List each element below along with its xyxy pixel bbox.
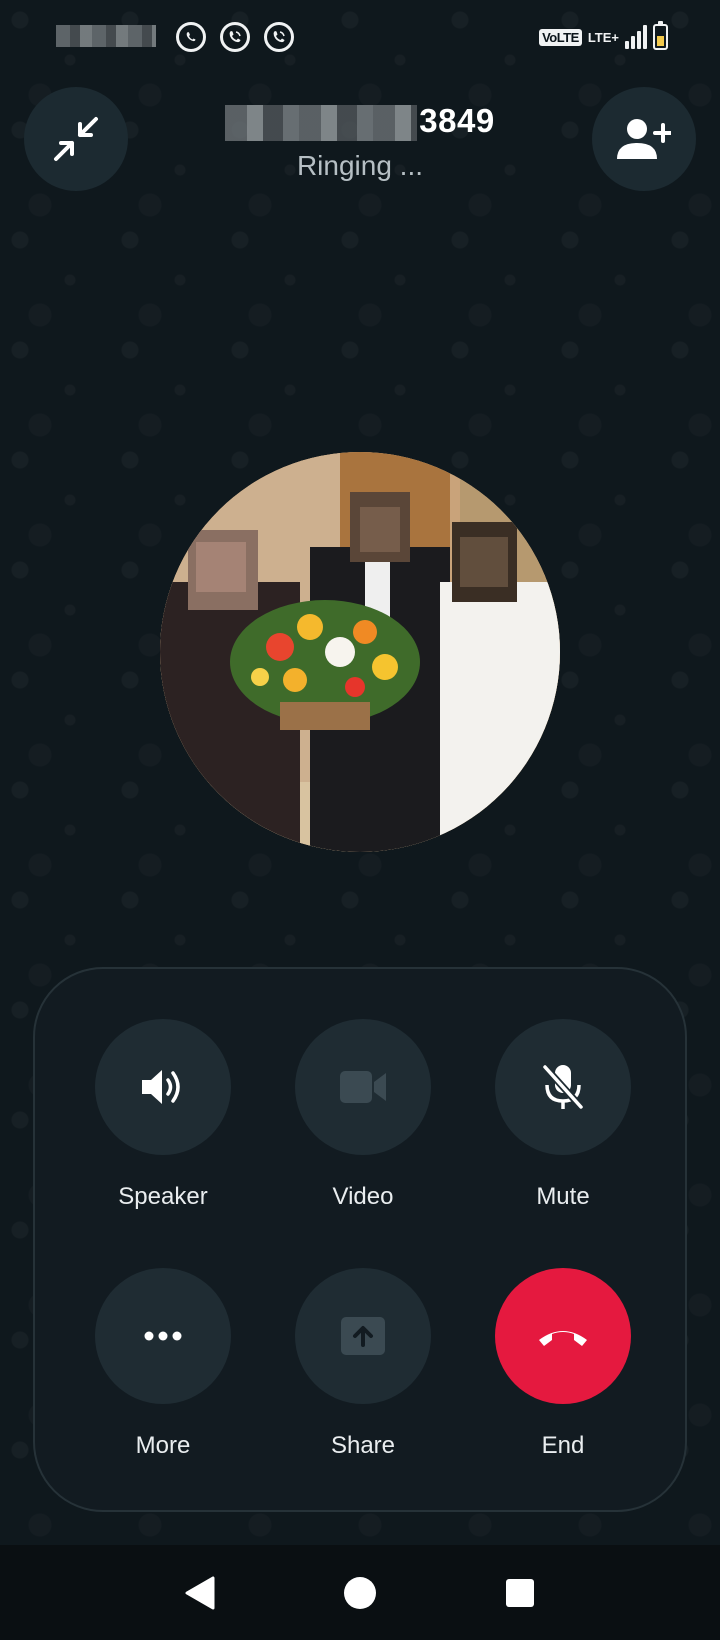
speaker-icon — [142, 1070, 180, 1104]
video-camera-icon — [340, 1071, 386, 1103]
home-circle-icon — [344, 1576, 376, 1609]
end-control: End — [488, 1268, 638, 1460]
video-label: Video — [332, 1183, 394, 1210]
mute-control: Mute — [488, 1019, 638, 1211]
caller-number-visible: 3849 — [419, 102, 495, 139]
whatsapp-icon — [176, 22, 206, 52]
volte-badge: VoLTE — [539, 28, 582, 46]
status-bar: VoLTE LTE+ — [0, 0, 720, 72]
recents-square-icon — [506, 1578, 534, 1607]
signal-icon — [625, 25, 647, 49]
call-controls-panel: Speaker Video Mute More Share End — [33, 967, 687, 1512]
network-type: LTE+ — [587, 29, 619, 45]
more-dots-icon — [144, 1331, 182, 1341]
mute-label: Mute — [536, 1183, 590, 1210]
back-triangle-icon — [185, 1576, 215, 1609]
share-screen-icon — [341, 1317, 385, 1355]
navigation-bar — [0, 1545, 720, 1640]
whatsapp-call-icon — [264, 22, 294, 52]
add-participant-button[interactable] — [592, 87, 696, 191]
caller-number-redacted — [225, 105, 418, 142]
share-label: Share — [330, 1432, 396, 1459]
system-status-icons: VoLTE LTE+ — [539, 21, 668, 52]
speaker-button[interactable] — [95, 1019, 231, 1155]
share-control: Share — [288, 1268, 438, 1460]
mute-button[interactable] — [495, 1019, 631, 1155]
more-control: More — [88, 1268, 238, 1460]
video-control: Video — [288, 1019, 438, 1211]
battery-icon — [653, 21, 668, 50]
share-button[interactable] — [295, 1268, 431, 1404]
status-time-redacted — [56, 25, 156, 47]
end-call-icon — [539, 1331, 587, 1346]
whatsapp-call-icon — [220, 22, 250, 52]
mic-off-icon — [542, 1064, 584, 1110]
more-label: More — [135, 1432, 191, 1459]
more-button[interactable] — [95, 1268, 231, 1404]
back-button[interactable] — [180, 1573, 220, 1613]
recents-button[interactable] — [500, 1573, 540, 1613]
speaker-control: Speaker — [88, 1019, 238, 1211]
speaker-label: Speaker — [118, 1183, 208, 1210]
end-label: End — [541, 1432, 585, 1459]
contact-avatar — [160, 452, 560, 852]
video-button[interactable] — [295, 1019, 431, 1155]
add-person-icon — [617, 119, 671, 159]
home-button[interactable] — [340, 1573, 380, 1613]
end-call-button[interactable] — [495, 1268, 631, 1404]
